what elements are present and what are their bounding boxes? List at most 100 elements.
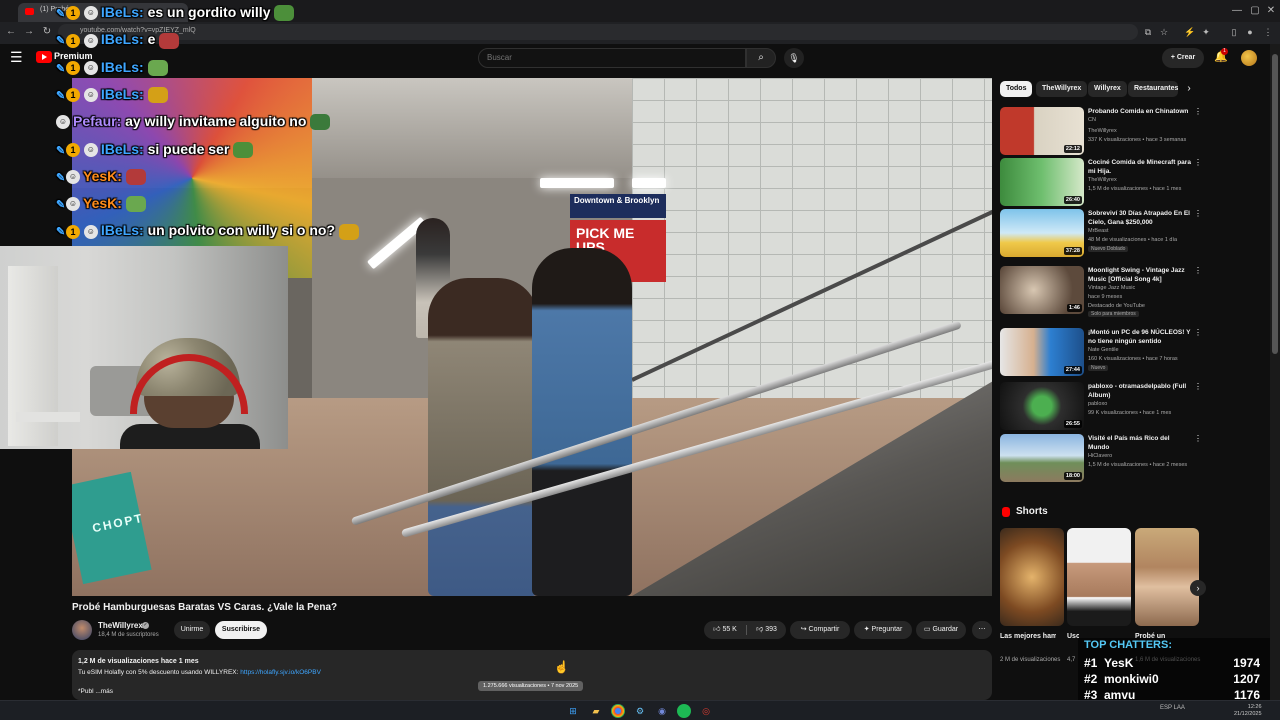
share-button[interactable]: ↪ Compartir <box>790 621 850 639</box>
recommended-video[interactable]: 27:44 ¡Montó un PC de 96 NÚCLEOS! Y no ti… <box>1000 328 1202 376</box>
join-button[interactable]: Unirme <box>174 621 210 639</box>
chat-badge-icon: ☺ <box>83 224 98 239</box>
scrollbar-thumb[interactable] <box>1272 54 1278 354</box>
video-thumbnail[interactable]: 26:40 <box>1000 158 1084 206</box>
channel-name[interactable]: Vintage Jazz Music <box>1088 285 1135 291</box>
more-options-icon[interactable]: ⋮ <box>1194 328 1202 337</box>
close-window-icon[interactable]: ✕ <box>1264 4 1278 18</box>
channel-avatar[interactable] <box>72 620 92 640</box>
filter-chip[interactable]: TheWillyrex <box>1036 81 1088 97</box>
extension-icon[interactable]: ⚡ <box>1184 26 1196 38</box>
channel-name[interactable]: Nate Gentile <box>1088 347 1119 353</box>
spotify-icon[interactable] <box>677 704 691 718</box>
recommended-video[interactable]: 26:40 Cociné Comida de Minecraft para mi … <box>1000 158 1202 206</box>
video-thumbnail[interactable]: 22:12 <box>1000 107 1084 155</box>
search-input[interactable] <box>487 53 727 62</box>
more-actions-icon[interactable]: ⋯ <box>972 621 992 639</box>
taskbar-clock[interactable]: 12:26 21/12/2025 <box>1234 704 1262 718</box>
short-title[interactable]: Las mejores hamburgue... <box>1000 632 1056 641</box>
discord-icon[interactable]: ◉ <box>655 704 669 718</box>
puzzle-icon[interactable]: ✦ <box>1200 26 1212 38</box>
short-thumbnail[interactable] <box>1067 528 1131 626</box>
recommended-video[interactable]: 22:12 Probando Comida en Chinatown CN TheWi… <box>1000 107 1202 155</box>
search-box[interactable] <box>478 48 746 68</box>
description-more[interactable]: *Publ ...más <box>78 688 113 695</box>
video-thumbnail[interactable]: 37:28 <box>1000 209 1084 257</box>
recommended-video[interactable]: 37:28 Sobreviví 30 Días Atrapado En El Ci… <box>1000 209 1202 257</box>
chrome-icon[interactable] <box>611 704 625 718</box>
profile-icon[interactable]: ● <box>1244 26 1256 38</box>
browser-menu-icon[interactable]: ⋮ <box>1262 26 1274 38</box>
maximize-icon[interactable]: ▢ <box>1248 4 1262 18</box>
more-options-icon[interactable]: ⋮ <box>1194 382 1202 391</box>
video-title[interactable]: Probando Comida en Chinatown <box>1088 107 1192 116</box>
description-box[interactable]: 1,2 M de visualizaciones hace 1 mes Tu e… <box>72 650 992 700</box>
minimize-icon[interactable]: — <box>1230 4 1244 18</box>
video-title[interactable]: Visité el País más Rico del Mundo <box>1088 434 1192 452</box>
forward-icon[interactable]: → <box>22 25 36 39</box>
hamburger-menu-icon[interactable]: ☰ <box>10 49 26 65</box>
obs-icon[interactable]: ◎ <box>699 704 713 718</box>
ask-button[interactable]: ✦ Preguntar <box>854 621 912 639</box>
chatter-name: monkiwi0 <box>1104 672 1159 686</box>
channel-name[interactable]: TheWillyrex <box>98 621 143 630</box>
page-scrollbar[interactable] <box>1270 44 1280 700</box>
system-tray[interactable]: ESP LAA <box>1160 705 1185 711</box>
sidepanel-icon[interactable]: ▯ <box>1228 26 1240 38</box>
channel-name[interactable]: TheWillyrex <box>1088 128 1117 134</box>
video-title[interactable]: Moonlight Swing - Vintage Jazz Music [Of… <box>1088 266 1192 284</box>
recommended-video[interactable]: 1:46 Moonlight Swing - Vintage Jazz Music… <box>1000 266 1202 317</box>
more-options-icon[interactable]: ⋮ <box>1194 107 1202 116</box>
video-thumbnail[interactable]: 18:00 <box>1000 434 1084 482</box>
video-title[interactable]: ¡Montó un PC de 96 NÚCLEOS! Y no tiene n… <box>1088 328 1192 346</box>
user-avatar[interactable] <box>1241 50 1257 66</box>
video-thumbnail[interactable]: 1:46 <box>1000 266 1084 314</box>
video-thumbnail[interactable]: 27:44 <box>1000 328 1084 376</box>
filter-chip[interactable]: Willyrex <box>1088 81 1127 97</box>
video-title[interactable]: Cociné Comida de Minecraft para mi Hija. <box>1088 158 1192 176</box>
channel-name[interactable]: TheWillyrex <box>1088 177 1117 183</box>
filter-chip[interactable]: Restaurantes <box>1128 81 1178 97</box>
filter-chip[interactable]: Todos <box>1000 81 1033 97</box>
create-button[interactable]: + Crear <box>1162 48 1204 68</box>
short-thumbnail[interactable] <box>1135 528 1199 626</box>
bookmark-star-icon[interactable]: ☆ <box>1158 26 1170 38</box>
more-options-icon[interactable]: ⋮ <box>1194 158 1202 167</box>
video-title[interactable]: pabloxo - otramasdelpablo (Full Album) <box>1088 382 1192 400</box>
more-options-icon[interactable]: ⋮ <box>1194 266 1202 275</box>
chat-username: YesK: <box>83 195 122 212</box>
steam-icon[interactable]: ⚙ <box>633 704 647 718</box>
chatter-name: YesK <box>1104 656 1134 670</box>
channel-name[interactable]: MrBeast <box>1088 228 1108 234</box>
video-title[interactable]: Sobreviví 30 Días Atrapado En El Cielo, … <box>1088 209 1192 227</box>
like-button[interactable]: 👍︎ 55 K <box>704 621 746 639</box>
description-link[interactable]: https://holafly.sjv.io/kO6PBV <box>240 669 321 676</box>
shorts-next-icon[interactable]: › <box>1190 580 1206 596</box>
more-options-icon[interactable]: ⋮ <box>1194 209 1202 218</box>
chat-badge-icon: 1 <box>66 6 80 21</box>
back-icon[interactable]: ← <box>4 25 18 39</box>
address-bar[interactable]: youtube.com/watch?v=vpZIEYZ_mlQ <box>58 24 1138 40</box>
chat-username: IBeLs: <box>100 140 144 157</box>
short-thumbnail[interactable] <box>1000 528 1064 626</box>
dislike-button[interactable]: 👎︎ 393 <box>747 621 786 639</box>
more-options-icon[interactable]: ⋮ <box>1194 434 1202 443</box>
chevron-right-icon[interactable]: › <box>1182 81 1196 97</box>
recommended-video[interactable]: 26:55 pabloxo - otramasdelpablo (Full Alb… <box>1000 382 1202 430</box>
channel-name[interactable]: HiClavero <box>1088 453 1112 459</box>
like-dislike-group: 👍︎ 55 K 👎︎ 393 <box>704 621 786 639</box>
windows-start-icon[interactable]: ⊞ <box>566 704 580 718</box>
voice-search-button[interactable]: 🎙 <box>784 48 804 68</box>
search-button[interactable]: ⌕ <box>746 48 776 68</box>
reload-icon[interactable]: ↻ <box>40 25 54 39</box>
video-duration: 37:28 <box>1063 247 1082 255</box>
cast-icon[interactable]: ⧉ <box>1142 26 1154 38</box>
recommended-video[interactable]: 18:00 Visité el País más Rico del Mundo Hi… <box>1000 434 1202 482</box>
file-explorer-icon[interactable]: ▰ <box>589 704 603 718</box>
save-button[interactable]: ▭ Guardar <box>916 621 966 639</box>
subscribe-button[interactable]: Suscribirse <box>215 621 267 639</box>
video-thumbnail[interactable]: 26:55 <box>1000 382 1084 430</box>
channel-name[interactable]: pabloxo <box>1088 401 1107 407</box>
chatter-rank: #1 <box>1084 656 1098 670</box>
pin-icon: ✎ <box>56 8 66 20</box>
